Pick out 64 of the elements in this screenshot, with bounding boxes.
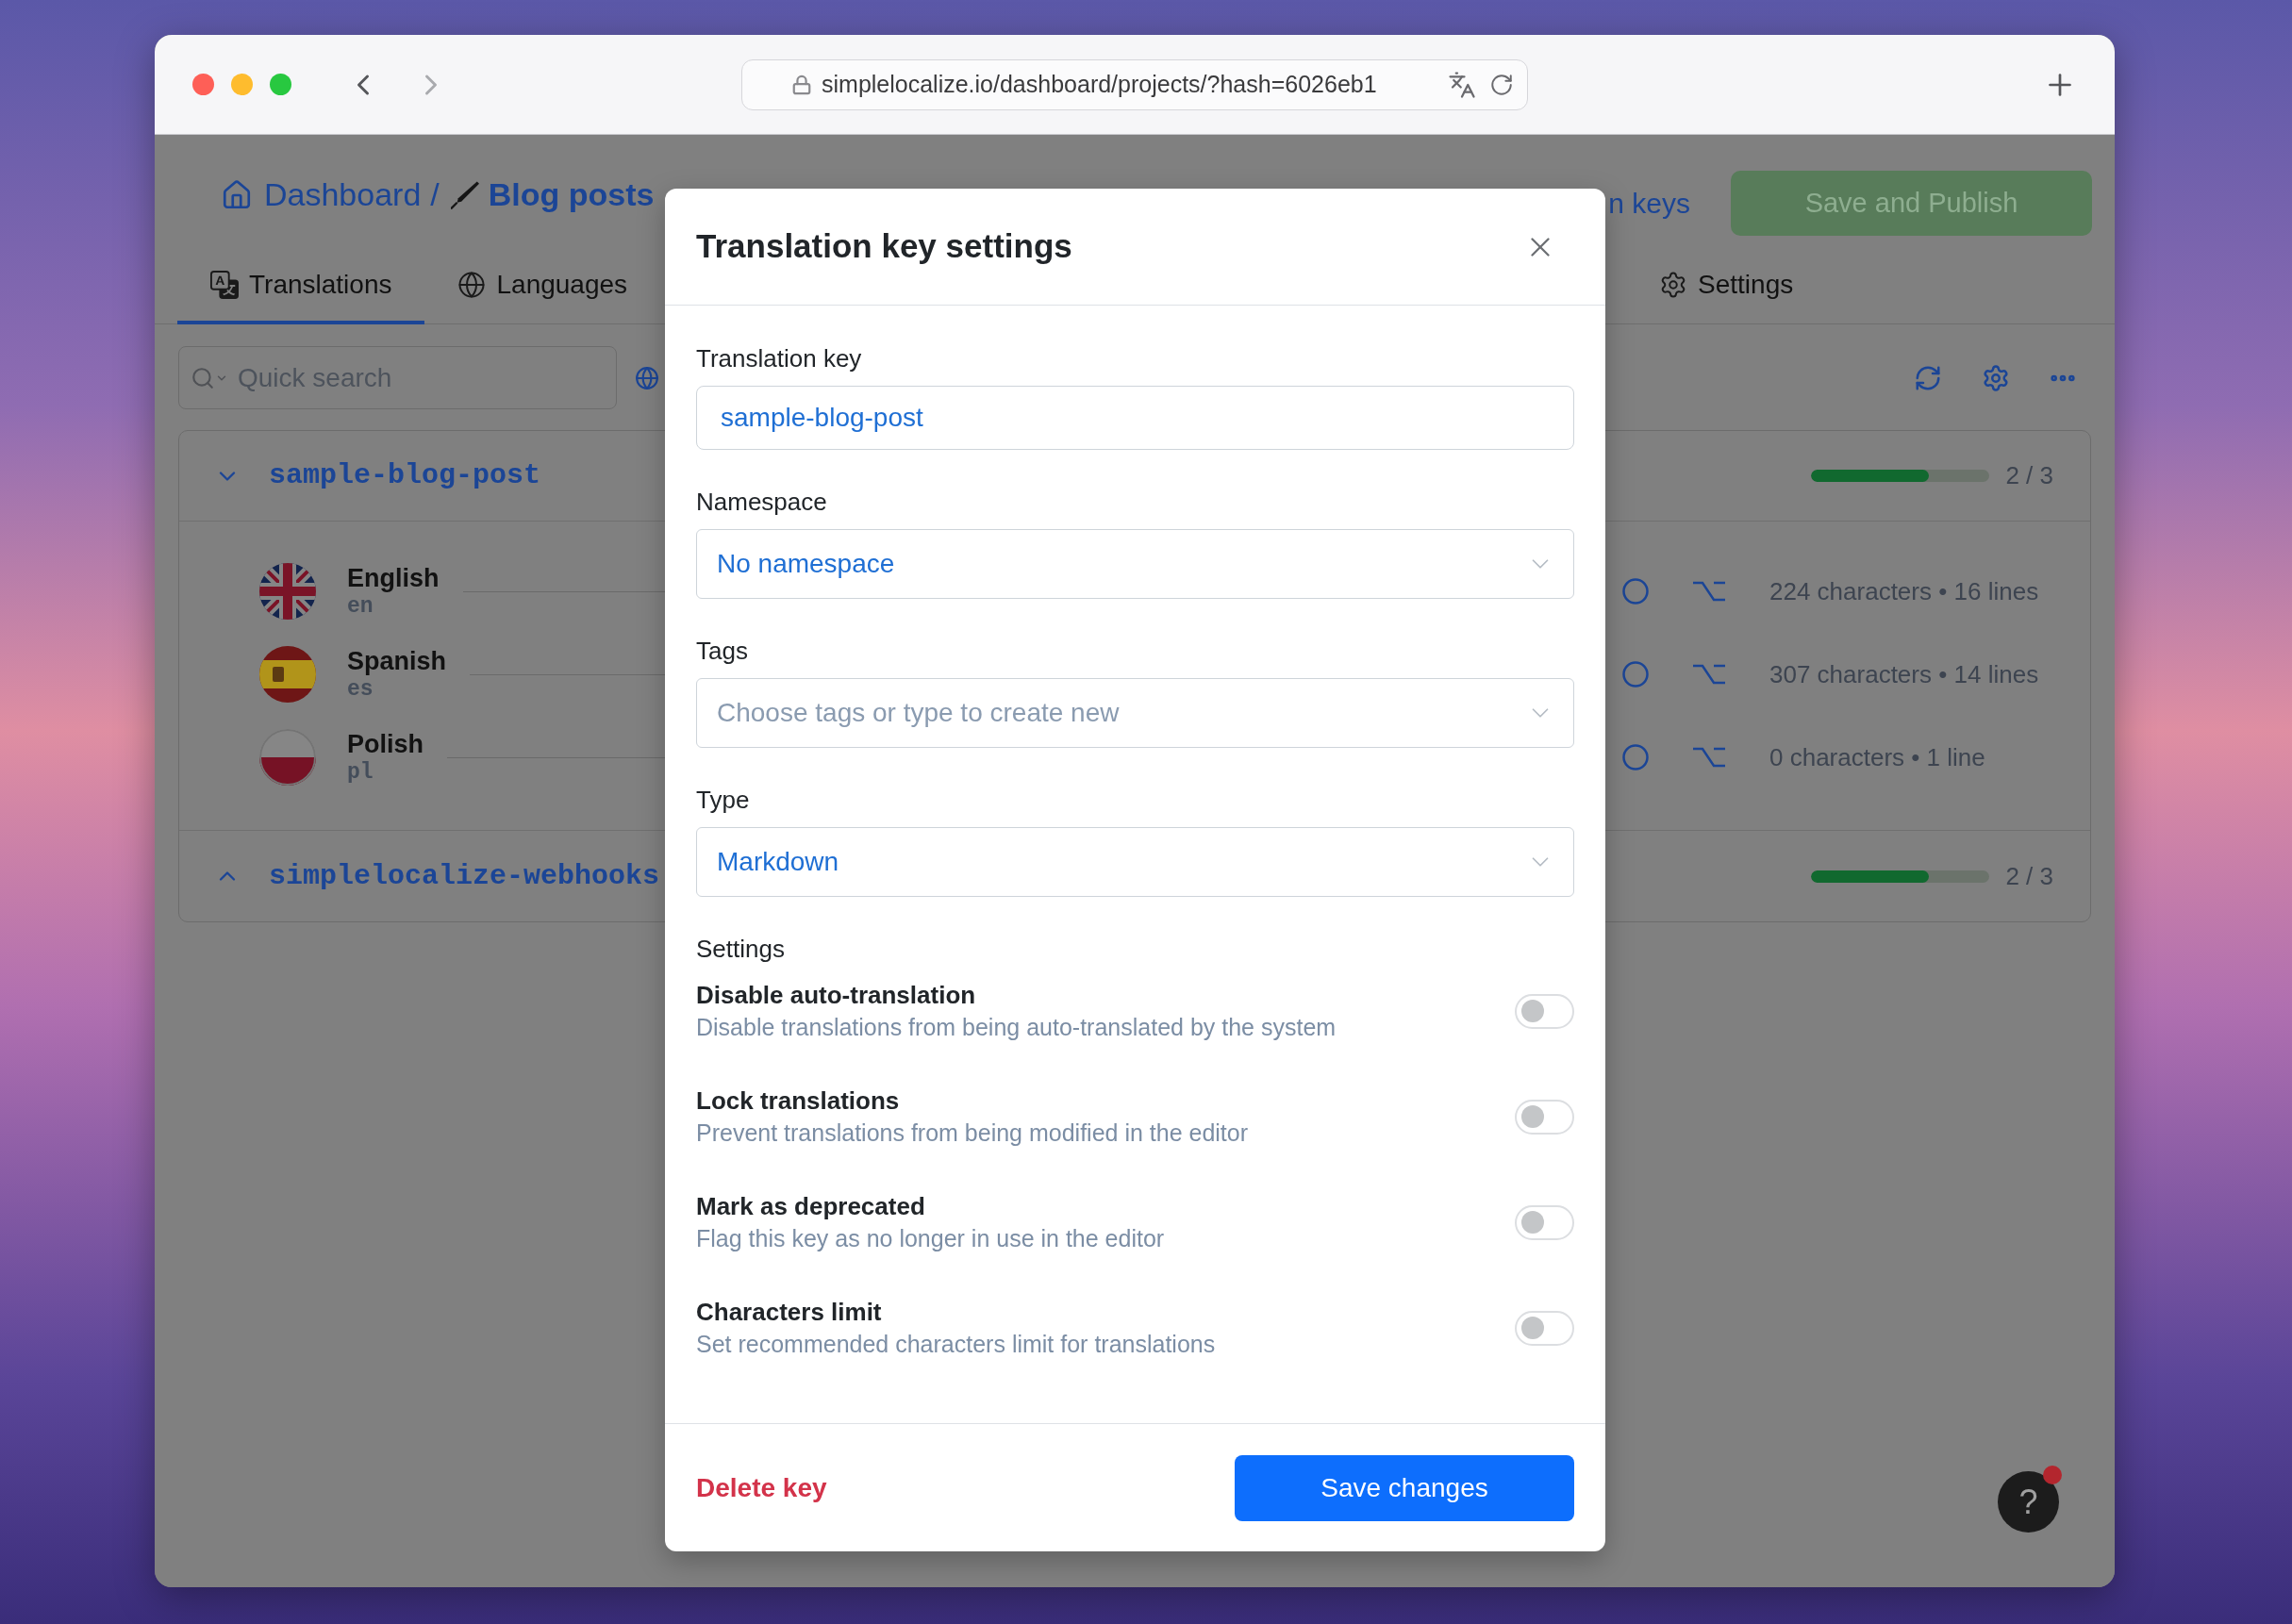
tab[interactable]: Translations [177,249,425,324]
language-name: Spanish [347,646,447,676]
settings-icon[interactable] [1982,363,2010,392]
language-code: pl [347,759,374,786]
field-label: Namespace [696,487,828,517]
field-label: Tags [696,636,749,666]
spain-flag-icon [259,646,316,703]
toggle-switch[interactable] [1515,1099,1574,1135]
setting-title: Characters limit [696,1297,883,1328]
circle-icon[interactable] [1621,577,1650,605]
window-zoom-button[interactable] [270,74,291,95]
lock-icon [791,74,812,95]
translation-stats: 307 characters • 14 lines [1769,658,2040,690]
url-text: simplelocalize.io/dashboard/projects/?hash=6026eb1 [822,69,1377,99]
setting-title: Lock translations [696,1085,901,1117]
setting-description: Prevent translations from being modified in the editor [696,1119,1249,1148]
setting-description: Set recommended characters limit for translations [696,1330,1216,1359]
project-title: Blog posts [488,175,655,214]
dropdown-select[interactable]: No namespace [696,529,1574,599]
field-label: Translation key [696,343,863,373]
save-button[interactable]: Save changes [1235,1454,1574,1521]
setting-description: Flag this key as no longer in use in the editor [696,1224,1165,1253]
breadcrumb-separator: / [430,175,440,214]
language-code: es [347,676,374,703]
field-label: Type [696,785,751,815]
translate-icon [210,271,239,299]
setting-description: Disable translations from being auto-translated by the system [696,1013,1337,1042]
section-heading: Settings [696,934,786,964]
translate-page-icon[interactable] [1448,70,1476,99]
language-name: Polish [347,729,424,759]
progress-count: 2 / 3 [2005,860,2053,892]
pen-icon [450,180,479,209]
circle-icon[interactable] [1621,660,1650,688]
circle-icon[interactable] [1621,743,1650,771]
window-minimize-button[interactable] [231,74,253,95]
tab[interactable]: Languages [424,249,661,324]
translation-stats: 224 characters • 16 lines [1769,575,2040,607]
dropdown-select[interactable]: Markdown [696,827,1574,897]
globe-icon[interactable] [635,365,659,390]
option-key-icon [1692,746,1726,769]
address-bar[interactable]: simplelocalize.io/dashboard/projects/?hash=6026eb1 [741,58,1528,110]
search-icon [191,365,215,390]
tab[interactable]: Settings [1626,249,1827,324]
language-name: English [347,563,440,593]
union-jack-flag-icon [259,563,316,620]
language-code: en [347,593,374,620]
poland-flag-icon [259,729,316,786]
toggle-switch[interactable] [1515,993,1574,1029]
toggle-switch[interactable] [1515,1310,1574,1346]
dropdown-select[interactable]: Choose tags or type to create new [696,678,1574,748]
dialog-title: Translation key settings [696,226,1072,267]
setting-title: Mark as deprecated [696,1191,926,1222]
translation-stats: 0 characters • 1 line [1769,741,1986,773]
text-input[interactable]: sample-blog-post [696,386,1574,450]
setting-title: Disable auto-translation [696,980,977,1011]
progress-count: 2 / 3 [2005,460,2053,491]
delete-button[interactable]: Delete key [696,1467,827,1508]
reload-icon[interactable] [1489,72,1514,97]
option-key-icon [1692,580,1726,603]
home-icon [221,178,253,211]
window-close-button[interactable] [192,74,214,95]
toggle-switch[interactable] [1515,1204,1574,1240]
option-key-icon [1692,663,1726,686]
globe-icon [457,271,487,299]
